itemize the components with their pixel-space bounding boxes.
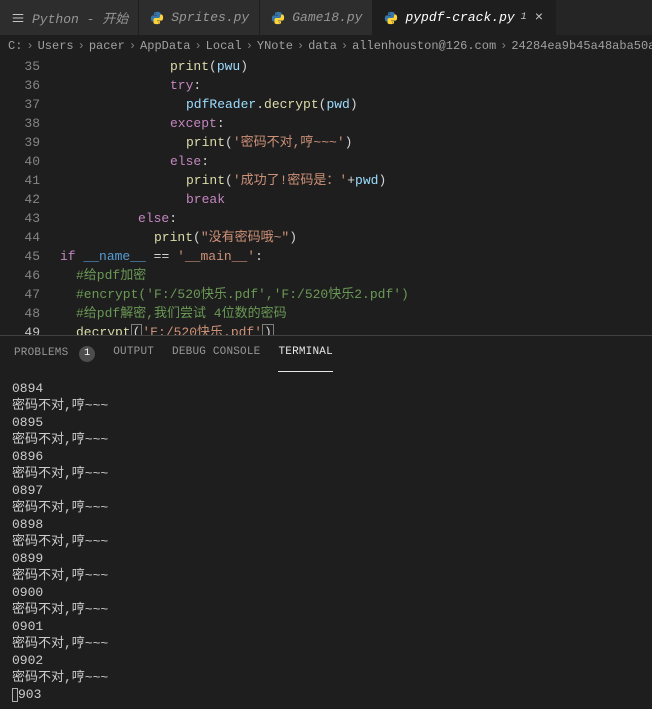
panel-tab-problems[interactable]: PROBLEMS 1 — [14, 346, 95, 372]
menu-icon — [10, 10, 26, 26]
line-number: 35 — [0, 57, 40, 76]
breadcrumb-segment[interactable]: pacer — [89, 39, 125, 53]
code-line[interactable]: break — [50, 190, 652, 209]
line-number: 43 — [0, 209, 40, 228]
breadcrumb-segment[interactable]: AppData — [140, 39, 190, 53]
panel: PROBLEMS 1 OUTPUT DEBUG CONSOLE TERMINAL… — [0, 335, 652, 709]
chevron-right-icon: › — [500, 39, 507, 53]
line-number: 46 — [0, 266, 40, 285]
line-gutter: 353637383940414243444546474849 — [0, 57, 50, 335]
terminal-line: 0900 — [12, 584, 640, 601]
terminal-line: 0901 — [12, 618, 640, 635]
terminal-line: 0894 — [12, 380, 640, 397]
code-line[interactable]: #给pdf加密 — [50, 266, 652, 285]
breadcrumb-segment[interactable]: C: — [8, 39, 22, 53]
code-line[interactable]: try: — [50, 76, 652, 95]
terminal-line: 0897 — [12, 482, 640, 499]
tab-label: Sprites.py — [171, 10, 249, 25]
tab-python-[interactable]: Python - 开始 — [0, 0, 139, 35]
line-number: 47 — [0, 285, 40, 304]
breadcrumb-segment[interactable]: YNote — [257, 39, 293, 53]
terminal-line: 密码不对,哼~~~ — [12, 601, 640, 618]
terminal-line: 903 — [12, 686, 640, 703]
tab-label: Game18.py — [292, 10, 362, 25]
terminal-line: 密码不对,哼~~~ — [12, 431, 640, 448]
code-line[interactable]: pdfReader.decrypt(pwd) — [50, 95, 652, 114]
panel-tab-output[interactable]: OUTPUT — [113, 346, 154, 372]
breadcrumb[interactable]: C: › Users › pacer › AppData › Local › YNote › data ›… — [0, 35, 652, 57]
breadcrumb-segment[interactable]: data — [308, 39, 337, 53]
terminal-line: 0899 — [12, 550, 640, 567]
breadcrumb-segment[interactable]: Users — [38, 39, 74, 53]
python-icon — [270, 10, 286, 26]
chevron-right-icon: › — [341, 39, 348, 53]
code-line[interactable]: decrypt('E:/520快乐.pdf') — [50, 323, 652, 335]
line-number: 45 — [0, 247, 40, 266]
tab-sprites-py[interactable]: Sprites.py — [139, 0, 260, 35]
code-line[interactable]: print("没有密码哦~") — [50, 228, 652, 247]
line-number: 37 — [0, 95, 40, 114]
breadcrumb-segment[interactable]: Local — [206, 39, 242, 53]
chevron-right-icon: › — [297, 39, 304, 53]
chevron-right-icon: › — [26, 39, 33, 53]
line-number: 40 — [0, 152, 40, 171]
code-line[interactable]: #encrypt('F:/520快乐.pdf','F:/520快乐2.pdf') — [50, 285, 652, 304]
python-icon — [149, 10, 165, 26]
chevron-right-icon: › — [194, 39, 201, 53]
breadcrumb-segment[interactable]: 24284ea9b45a48aba50ac3e9 — [511, 39, 652, 53]
code-line[interactable]: if __name__ == '__main__': — [50, 247, 652, 266]
code-line[interactable]: except: — [50, 114, 652, 133]
line-number: 36 — [0, 76, 40, 95]
terminal-line: 0898 — [12, 516, 640, 533]
editor[interactable]: 353637383940414243444546474849 print(pwu… — [0, 57, 652, 335]
breadcrumb-segment[interactable]: allenhouston@126.com — [352, 39, 496, 53]
code-line[interactable]: print('成功了!密码是：'+pwd) — [50, 171, 652, 190]
panel-tab-label: PROBLEMS — [14, 347, 68, 359]
terminal-line: 0896 — [12, 448, 640, 465]
tab-bar: Python - 开始 Sprites.py Game18.py pypdf-crac… — [0, 0, 652, 35]
code-line[interactable]: print('密码不对,哼~~~') — [50, 133, 652, 152]
line-number: 41 — [0, 171, 40, 190]
tab-label: Python - 开始 — [32, 8, 128, 27]
chevron-right-icon: › — [129, 39, 136, 53]
panel-tabs: PROBLEMS 1 OUTPUT DEBUG CONSOLE TERMINAL — [0, 336, 652, 372]
panel-tab-terminal[interactable]: TERMINAL — [278, 346, 332, 372]
terminal-line: 密码不对,哼~~~ — [12, 397, 640, 414]
line-number: 49 — [0, 323, 40, 335]
code-line[interactable]: print(pwu) — [50, 57, 652, 76]
python-icon — [383, 10, 399, 26]
terminal-line: 0895 — [12, 414, 640, 431]
tab-label: pypdf-crack.py — [405, 10, 514, 25]
problems-badge: 1 — [79, 346, 95, 362]
chevron-right-icon: › — [78, 39, 85, 53]
terminal-output[interactable]: 0894密码不对,哼~~~0895密码不对,哼~~~0896密码不对,哼~~~0… — [0, 372, 652, 709]
terminal-line: 密码不对,哼~~~ — [12, 499, 640, 516]
close-icon[interactable]: × — [533, 10, 545, 26]
code-line[interactable]: else: — [50, 209, 652, 228]
code-line[interactable]: #给pdf解密,我们尝试 4位数的密码 — [50, 304, 652, 323]
code-line[interactable]: else: — [50, 152, 652, 171]
code-area[interactable]: print(pwu)try:pdfReader.decrypt(pwd)exce… — [50, 57, 652, 335]
terminal-line: 密码不对,哼~~~ — [12, 465, 640, 482]
tab-game18-py[interactable]: Game18.py — [260, 0, 373, 35]
panel-tab-debug[interactable]: DEBUG CONSOLE — [172, 346, 260, 372]
terminal-line: 密码不对,哼~~~ — [12, 533, 640, 550]
line-number: 44 — [0, 228, 40, 247]
terminal-line: 密码不对,哼~~~ — [12, 635, 640, 652]
terminal-line: 密码不对,哼~~~ — [12, 567, 640, 584]
line-number: 38 — [0, 114, 40, 133]
terminal-line: 密码不对,哼~~~ — [12, 669, 640, 686]
tab-pypdf-crack-py[interactable]: pypdf-crack.py 1 × — [373, 0, 556, 35]
line-number: 39 — [0, 133, 40, 152]
line-number: 48 — [0, 304, 40, 323]
modified-indicator: 1 — [521, 12, 527, 23]
cursor-icon — [12, 688, 18, 702]
terminal-line: 0902 — [12, 652, 640, 669]
chevron-right-icon: › — [246, 39, 253, 53]
line-number: 42 — [0, 190, 40, 209]
